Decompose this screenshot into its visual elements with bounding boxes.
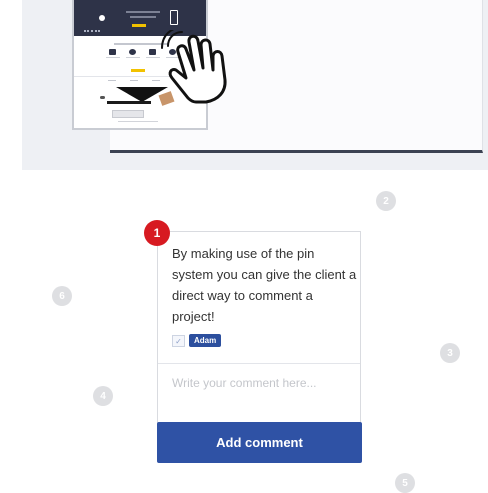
hand-pointer-icon [161, 30, 227, 104]
preview-area [22, 0, 488, 170]
thumbnail-cta-button [131, 69, 145, 72]
add-comment-button[interactable]: Add comment [157, 422, 362, 463]
divider [158, 363, 360, 364]
comment-pin-3[interactable]: 3 [440, 343, 460, 363]
comment-pin-1[interactable]: 1 [144, 220, 170, 246]
comment-text: By making use of the pin system you can … [172, 246, 357, 324]
comment-pin-5[interactable]: 5 [395, 473, 415, 493]
thumbnail-keyboard-image [112, 110, 144, 118]
comment-pin-6[interactable]: 6 [52, 286, 72, 306]
comment-pin-4[interactable]: 4 [93, 386, 113, 406]
comment-card: By making use of the pin system you can … [157, 231, 361, 423]
comment-input[interactable] [172, 373, 347, 393]
thumbnail-feature [106, 49, 120, 58]
check-icon[interactable]: ✓ [172, 335, 185, 347]
author-tag[interactable]: Adam [189, 334, 222, 347]
thumbnail-feature [146, 49, 160, 58]
comment-pin-2[interactable]: 2 [376, 191, 396, 211]
thumbnail-phone-icon [170, 10, 178, 25]
thumbnail-hero-button [132, 24, 146, 27]
thumbnail-hero-icon [99, 15, 105, 21]
thumbnail-feature [126, 49, 140, 58]
